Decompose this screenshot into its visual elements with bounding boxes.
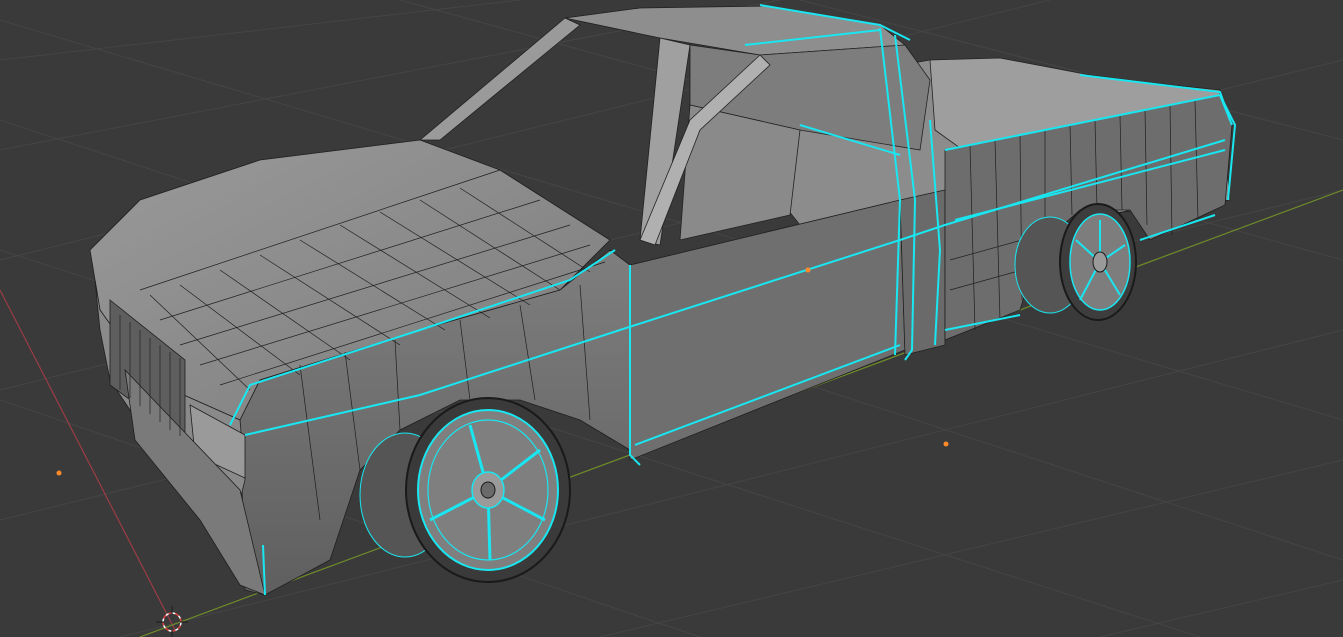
object-origin-marker[interactable]: [56, 470, 62, 476]
front-hub-center: [480, 481, 496, 499]
object-origin-marker[interactable]: [943, 441, 949, 447]
rear-hub: [1092, 251, 1108, 273]
viewport-canvas[interactable]: [0, 0, 1343, 637]
object-origin-marker[interactable]: [805, 267, 811, 273]
3d-viewport[interactable]: [0, 0, 1343, 637]
